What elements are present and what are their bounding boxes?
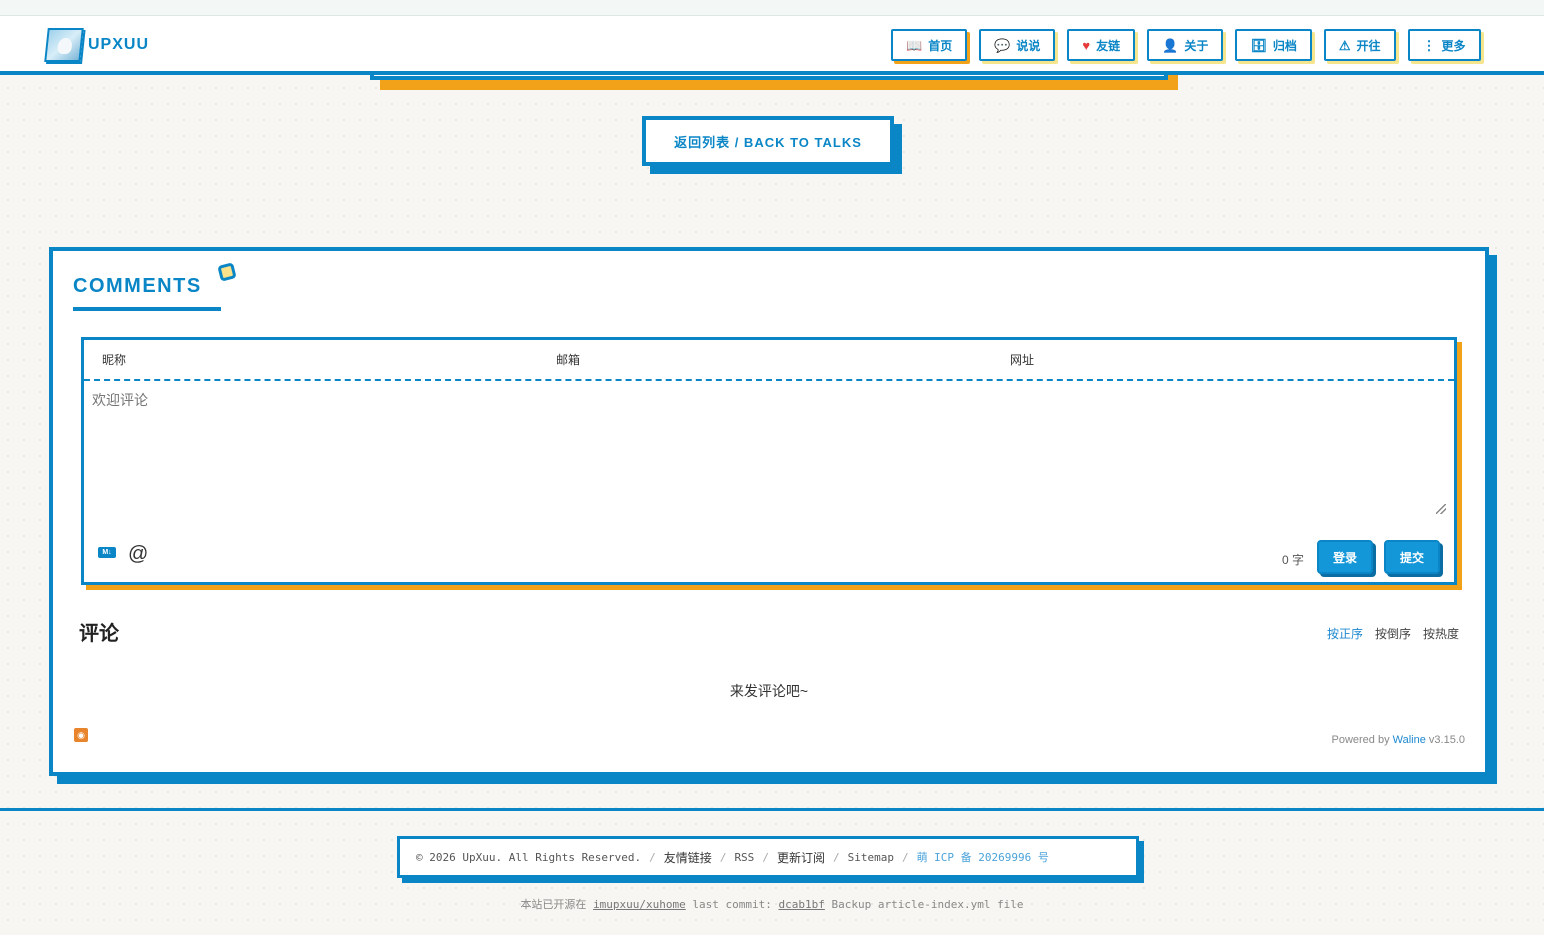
nav-label: 说说 — [1016, 38, 1041, 53]
link-field: 网址 — [992, 340, 1446, 379]
nick-label: 昵称 — [102, 353, 127, 367]
commit-message: Backup article-index.yml file — [831, 898, 1024, 911]
logo-text: UPXUU — [88, 36, 150, 53]
login-button[interactable]: 登录 — [1317, 540, 1373, 574]
browser-top-strip — [0, 0, 1544, 16]
nav-talks[interactable]: 💬 说说 — [979, 29, 1056, 61]
footer-bar: © 2026 UpXuu. All Rights Reserved. / 友情链… — [397, 836, 1139, 878]
commit-prefix: last commit: — [692, 898, 772, 911]
separator: / — [719, 850, 727, 864]
sort-asc[interactable]: 按正序 — [1327, 625, 1363, 642]
nav-label: 开往 — [1356, 38, 1381, 53]
nav-about[interactable]: 👤 关于 — [1147, 29, 1224, 61]
powered-prefix: Powered by — [1331, 734, 1393, 746]
source-info: 本站已开源在 imupxuu/xuhome last commit: dcab1… — [0, 896, 1544, 912]
mail-input[interactable] — [588, 340, 992, 379]
markdown-icon[interactable]: M↓ — [98, 547, 116, 558]
footer-link-friends[interactable]: 友情链接 — [664, 849, 712, 866]
icp-link[interactable]: 萌 ICP 备 20269996 号 — [917, 849, 1049, 865]
mail-label: 邮箱 — [556, 353, 581, 367]
resize-handle[interactable] — [1436, 504, 1446, 514]
nav-label: 友链 — [1096, 38, 1121, 53]
more-icon: ⋮ — [1422, 37, 1436, 53]
nav-label: 归档 — [1272, 38, 1297, 53]
separator: / — [901, 850, 909, 864]
repo-link[interactable]: imupxuu/xuhome — [593, 898, 686, 911]
site-header: UPXUU 📖 首页 💬 说说 ♥ 友链 👤 关于 🗄 归档 ⚠ 开往 ⋮ 更多 — [0, 16, 1544, 75]
back-to-talks-button[interactable]: 返回列表 / BACK TO TALKS — [642, 116, 894, 166]
site-logo[interactable]: UPXUU — [44, 28, 150, 62]
comment-editor: 昵称 邮箱 网址 M↓ @ 0 字 登录 提交 — [81, 337, 1457, 585]
comments-section: COMMENTS 昵称 邮箱 网址 M↓ @ 0 字 登录 提交 评论 按正序 — [49, 247, 1489, 776]
footer-link-rss[interactable]: RSS — [734, 851, 754, 864]
separator: / — [832, 850, 840, 864]
nav-archive[interactable]: 🗄 归档 — [1235, 29, 1312, 61]
sort-hot[interactable]: 按热度 — [1423, 625, 1459, 642]
travel-icon: ⚠ — [1338, 37, 1351, 53]
separator: / — [762, 850, 769, 864]
nav-friends[interactable]: ♥ 友链 — [1067, 29, 1136, 61]
mail-field: 邮箱 — [538, 340, 992, 379]
book-icon: 📖 — [906, 37, 923, 53]
footer-link-subscribe[interactable]: 更新订阅 — [777, 849, 825, 866]
comment-textarea[interactable] — [92, 390, 1448, 518]
nav-label: 首页 — [928, 38, 953, 53]
nick-field: 昵称 — [84, 340, 538, 379]
copyright-text: © 2026 UpXuu. All Rights Reserved. — [416, 850, 642, 864]
separator: / — [649, 850, 656, 864]
footer-divider — [0, 808, 1544, 811]
main-nav: 📖 首页 💬 说说 ♥ 友链 👤 关于 🗄 归档 ⚠ 开往 ⋮ 更多 — [891, 29, 1493, 61]
meta-row: 昵称 邮箱 网址 — [84, 340, 1454, 381]
nav-more[interactable]: ⋮ 更多 — [1407, 29, 1481, 61]
sort-desc[interactable]: 按倒序 — [1375, 625, 1411, 642]
link-label: 网址 — [1010, 353, 1035, 367]
nick-input[interactable] — [134, 340, 538, 379]
link-input[interactable] — [1042, 340, 1446, 379]
commit-link[interactable]: dcab1bf — [779, 898, 825, 911]
footer-link-sitemap[interactable]: Sitemap — [848, 851, 894, 864]
comments-title: COMMENTS — [73, 275, 202, 297]
powered-by: Powered by Waline v3.15.0 — [1331, 734, 1465, 746]
submit-button[interactable]: 提交 — [1384, 540, 1440, 574]
sort-options: 按正序 按倒序 按热度 — [1327, 625, 1459, 642]
waline-link[interactable]: Waline — [1393, 734, 1426, 746]
nav-travel[interactable]: ⚠ 开往 — [1323, 29, 1396, 61]
nav-label: 关于 — [1184, 38, 1209, 53]
title-underline — [73, 307, 221, 311]
word-count: 0 字 — [1282, 553, 1305, 567]
nav-home[interactable]: 📖 首页 — [891, 29, 968, 61]
comments-list-title: 评论 — [79, 623, 119, 645]
empty-comments-text: 来发评论吧~ — [729, 683, 809, 699]
user-icon: 👤 — [1162, 37, 1179, 53]
sticker-icon — [217, 262, 237, 282]
nav-label: 更多 — [1441, 38, 1466, 53]
mention-icon[interactable]: @ — [128, 544, 148, 564]
source-prefix: 本站已开源在 — [520, 898, 587, 911]
logo-avatar — [44, 28, 84, 62]
chat-icon: 💬 — [994, 37, 1011, 53]
powered-version: v3.15.0 — [1425, 734, 1465, 746]
rss-icon[interactable]: ◉ — [74, 728, 88, 742]
archive-icon: 🗄 — [1250, 37, 1267, 53]
heart-icon: ♥ — [1082, 37, 1091, 53]
